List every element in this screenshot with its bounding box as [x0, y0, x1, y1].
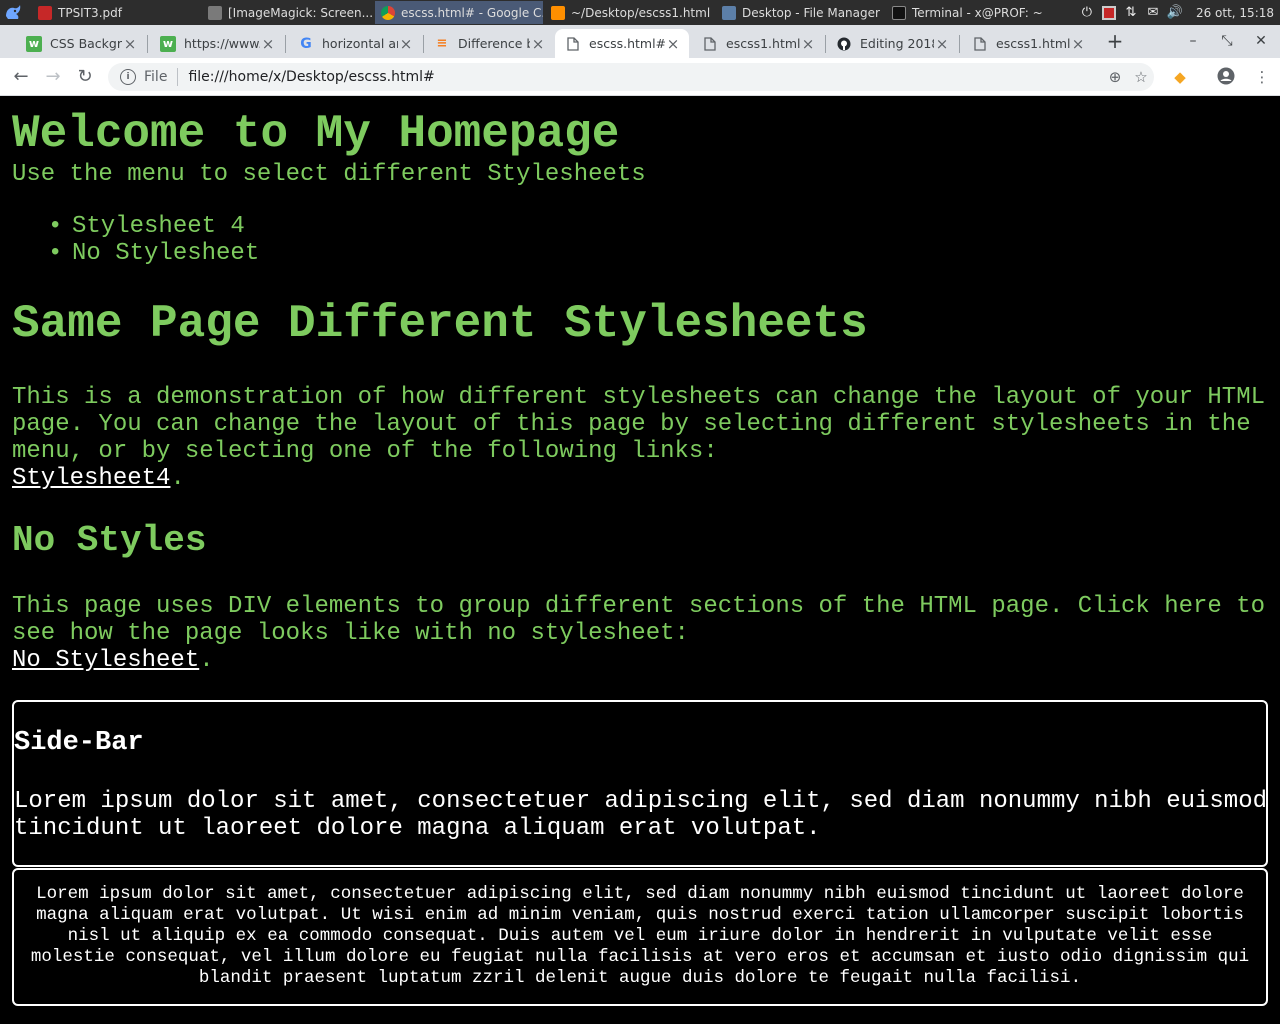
stylesheet-menu: Stylesheet 4 No Stylesheet: [48, 213, 259, 267]
close-window-button[interactable]: ✕: [1246, 29, 1276, 53]
tab-strip: w CSS Backgro × w https://www. × G horiz…: [0, 25, 1280, 58]
profile-avatar-icon[interactable]: [1216, 67, 1236, 87]
document-icon: [565, 36, 581, 52]
volume-icon[interactable]: 🔊: [1164, 0, 1186, 25]
tab-editing[interactable]: Editing 2018 ×: [826, 29, 958, 58]
stackoverflow-icon: ≡: [436, 36, 448, 51]
url-text[interactable]: file:///home/x/Desktop/escss.html#: [188, 69, 1102, 85]
system-panel: TPSIT3.pdf [ImageMagick: Screen... escss…: [0, 0, 1280, 25]
bookmark-star-icon[interactable]: ☆: [1128, 68, 1154, 86]
w3schools-icon: w: [26, 35, 42, 52]
reload-button[interactable]: ↻: [72, 64, 98, 90]
no-stylesheet-link[interactable]: No Stylesheet: [12, 647, 199, 674]
github-icon: [836, 36, 852, 52]
restore-button[interactable]: ⤡: [1212, 29, 1242, 53]
taskbar-item-terminal[interactable]: Terminal - x@PROF: ~: [886, 1, 1056, 24]
terminal-icon: [892, 5, 906, 20]
close-tab-icon[interactable]: ×: [934, 35, 950, 53]
close-tab-icon[interactable]: ×: [260, 35, 276, 53]
forward-button[interactable]: →: [40, 64, 66, 90]
app-menu-icon[interactable]: [2, 2, 24, 22]
tab-difference[interactable]: ≡ Difference b ×: [424, 29, 554, 58]
clock[interactable]: 26 ott, 15:18: [1186, 6, 1280, 20]
tab-escss-active[interactable]: escss.html# ×: [555, 29, 689, 58]
tab-escss1-second[interactable]: escss1.html# ×: [962, 29, 1094, 58]
power-plug-icon[interactable]: ⏻: [1076, 0, 1098, 25]
sublime-icon: [551, 5, 565, 20]
close-tab-icon[interactable]: ×: [1070, 35, 1086, 53]
taskbar-item-editor[interactable]: ~/Desktop/escss1.html ...: [545, 1, 715, 24]
tab-https[interactable]: w https://www. ×: [150, 29, 284, 58]
tab-css-background[interactable]: w CSS Backgro ×: [16, 29, 146, 58]
record-icon[interactable]: [1098, 0, 1120, 25]
google-icon: G: [300, 35, 312, 52]
desktop-icon: [722, 5, 736, 20]
chrome-icon: [381, 5, 395, 20]
new-tab-button[interactable]: +: [1102, 29, 1128, 55]
section-heading: Same Page Different Stylesheets: [12, 298, 868, 350]
close-tab-icon[interactable]: ×: [122, 35, 138, 53]
close-tab-icon[interactable]: ×: [398, 35, 414, 53]
taskbar-item-imagemagick[interactable]: [ImageMagick: Screen...: [202, 1, 372, 24]
close-tab-icon[interactable]: ×: [800, 35, 816, 53]
window-icon: [208, 5, 222, 20]
mail-icon[interactable]: ✉: [1142, 0, 1164, 25]
close-tab-icon[interactable]: ×: [530, 35, 546, 53]
page-title: Welcome to My Homepage: [12, 108, 620, 160]
document-icon: [972, 36, 988, 52]
main-text: Lorem ipsum dolor sit amet, consectetuer…: [30, 884, 1250, 988]
menu-item-no-stylesheet[interactable]: No Stylesheet: [72, 240, 259, 267]
network-icon[interactable]: ⇅: [1120, 0, 1142, 25]
no-styles-heading: No Styles: [12, 520, 207, 561]
stylesheet4-link[interactable]: Stylesheet4: [12, 465, 170, 492]
address-bar[interactable]: i File file:///home/x/Desktop/escss.html…: [108, 63, 1154, 91]
page-content: Welcome to My Homepage Use the menu to s…: [0, 96, 1280, 1024]
page-subtitle: Use the menu to select different Stylesh…: [12, 161, 646, 188]
sidebar-text: Lorem ipsum dolor sit amet, consectetuer…: [14, 788, 1268, 842]
browser-toolbar: ← → ↻ i File file:///home/x/Desktop/escs…: [0, 58, 1280, 96]
document-icon: [702, 36, 718, 52]
no-styles-paragraph: This page uses DIV elements to group dif…: [12, 593, 1266, 674]
w3schools-icon: w: [160, 35, 176, 52]
extension-icon[interactable]: ◆: [1170, 67, 1190, 87]
tab-horizontal[interactable]: G horizontal ar ×: [288, 29, 422, 58]
back-button[interactable]: ←: [8, 64, 34, 90]
main-text-box: Lorem ipsum dolor sit amet, consectetuer…: [12, 868, 1268, 1006]
taskbar-item-file-manager[interactable]: Desktop - File Manager: [716, 1, 881, 24]
menu-kebab-icon[interactable]: ⋮: [1252, 67, 1272, 87]
taskbar-item-chrome[interactable]: escss.html# - Google C...: [375, 1, 543, 24]
taskbar-item-pdf[interactable]: TPSIT3.pdf: [32, 1, 200, 24]
close-tab-icon[interactable]: ×: [665, 35, 681, 53]
intro-paragraph: This is a demonstration of how different…: [12, 384, 1266, 492]
minimize-button[interactable]: –: [1178, 29, 1208, 53]
zoom-icon[interactable]: ⊕: [1102, 68, 1128, 86]
sidebar-heading: Side-Bar: [14, 728, 144, 758]
pdf-icon: [38, 5, 52, 20]
system-tray: ⏻ ⇅ ✉ 🔊 26 ott, 15:18: [1076, 0, 1280, 25]
menu-item-stylesheet4[interactable]: Stylesheet 4: [72, 213, 259, 240]
sidebar-box: Side-Bar Lorem ipsum dolor sit amet, con…: [12, 700, 1268, 867]
info-icon[interactable]: i: [120, 69, 136, 85]
tab-escss1[interactable]: escss1.html# ×: [692, 29, 824, 58]
